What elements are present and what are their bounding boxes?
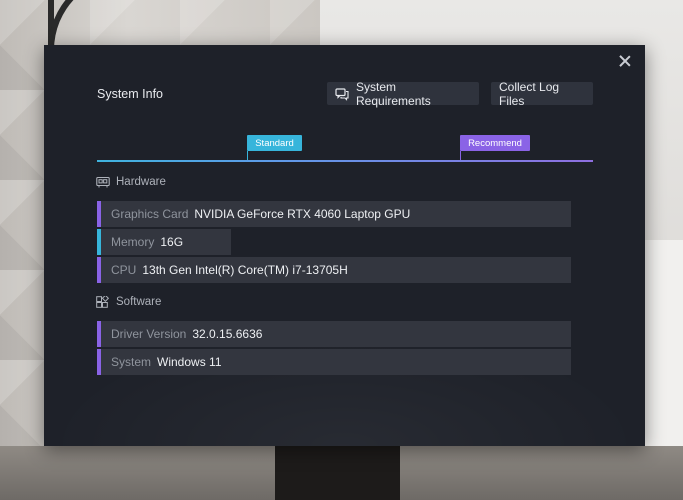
software-icon bbox=[96, 294, 110, 308]
row-value: NVIDIA GeForce RTX 4060 Laptop GPU bbox=[194, 207, 411, 221]
standard-tag: Standard bbox=[247, 135, 302, 151]
row-label: CPU bbox=[111, 263, 137, 277]
row-label: System bbox=[111, 355, 152, 369]
performance-scale-line bbox=[97, 160, 593, 162]
background-cabinet bbox=[275, 446, 400, 500]
row-value: Windows 11 bbox=[157, 355, 222, 369]
hardware-row-memory: Memory 16G bbox=[97, 229, 231, 255]
recommend-tag: Recommend bbox=[460, 135, 530, 151]
row-value: 13th Gen Intel(R) Core(TM) i7-13705H bbox=[142, 263, 348, 277]
row-label: Driver Version bbox=[111, 327, 187, 341]
hardware-section-title: Hardware bbox=[116, 176, 166, 188]
system-requirements-button[interactable]: System Requirements bbox=[327, 79, 479, 108]
software-row-system: System Windows 11 bbox=[97, 349, 571, 375]
software-section-header: Software bbox=[96, 294, 162, 308]
row-label: Memory bbox=[111, 235, 155, 249]
software-section-title: Software bbox=[116, 296, 162, 308]
background-right-panel bbox=[645, 240, 683, 446]
close-icon[interactable] bbox=[617, 53, 633, 69]
row-label: Graphics Card bbox=[111, 207, 189, 221]
row-value: 16G bbox=[160, 235, 184, 249]
collect-log-files-button[interactable]: Collect Log Files bbox=[491, 80, 593, 108]
dialog-title: System Info bbox=[97, 87, 163, 101]
system-requirements-label: System Requirements bbox=[356, 79, 431, 108]
chat-icon bbox=[335, 87, 349, 101]
hardware-row-graphics-card: Graphics Card NVIDIA GeForce RTX 4060 La… bbox=[97, 201, 571, 227]
row-value: 32.0.15.6636 bbox=[192, 327, 263, 341]
hardware-row-cpu: CPU 13th Gen Intel(R) Core(TM) i7-13705H bbox=[97, 257, 571, 283]
system-info-dialog: System Info System Requirements Collect … bbox=[44, 45, 645, 446]
hardware-section-header: Hardware bbox=[96, 176, 166, 188]
hardware-icon bbox=[96, 176, 110, 188]
software-row-driver-version: Driver Version 32.0.15.6636 bbox=[97, 321, 571, 347]
